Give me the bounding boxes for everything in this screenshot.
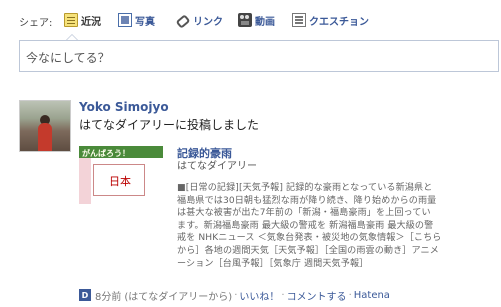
story-via: (はてなダイアリーから) [124, 291, 233, 303]
hatena-app-link[interactable]: Hatena [354, 290, 390, 301]
description-line: から］各地の週間天気［天気予報］［全国の雨雲の動き］アニメ [177, 245, 439, 256]
footer-separator: · [234, 289, 238, 301]
share-label: シェア: [19, 18, 53, 29]
description-line: ます。新潟福島豪雨 最大級の警戒を 新潟福島豪雨 最大級の警 [177, 220, 434, 231]
like-link[interactable]: いいね！ [239, 288, 279, 303]
share-link-tab[interactable]: リンク [176, 12, 223, 28]
description-line: ■[日常の記録][天気予報] 記録的な豪雨となっている新潟県と [177, 183, 433, 193]
thumbnail-flag: 日本 [93, 164, 145, 196]
attachment-description: ■[日常の記録][天気予報] 記録的な豪雨となっている新潟県と 福島県では30日… [177, 182, 499, 270]
photo-icon [118, 13, 132, 27]
video-camera-icon [238, 13, 252, 27]
thumbnail-side-strip [79, 158, 91, 204]
attachment-source: はてなダイアリー [177, 161, 257, 172]
description-line: 戒を NHKニュース ＜気象台発表・被災地の気象情報＞［こちら [177, 233, 442, 244]
hatena-diary-app-icon: D [79, 289, 91, 301]
avatar-figure [38, 123, 52, 151]
description-line: ーション［台風予報］［気象庁 週間天気予報］ [177, 258, 369, 269]
share-video-tab[interactable]: 動画 [238, 12, 275, 28]
status-input[interactable]: 今なにしてる？ [19, 40, 499, 72]
footer-separator: · [348, 289, 352, 301]
description-line: 福島県では30日朝も猛烈な雨が降り続き、降り始めからの雨量 [177, 195, 437, 206]
share-status-label: 近況 [81, 16, 101, 28]
share-photo-label: 写真 [135, 16, 155, 28]
share-question-label: クエスチョン [309, 16, 369, 28]
share-bar: シェア: 近況 写真 リンク 動画 クエスチョン [0, 10, 501, 30]
share-video-label: 動画 [255, 16, 275, 28]
story-footer: D 8分前 (はてなダイアリーから) · いいね！ · コメントする · Hat… [79, 288, 390, 303]
thumbnail-banner: がんばろう！ [79, 146, 163, 158]
share-question-tab[interactable]: クエスチョン [292, 12, 369, 28]
story-timestamp: 8分前 [95, 291, 122, 303]
footer-separator: · [281, 289, 285, 301]
avatar[interactable] [19, 100, 71, 152]
share-status-tab[interactable]: 近況 [64, 12, 101, 28]
story-author-link[interactable]: Yoko Simojyo [79, 100, 169, 114]
thumbnail-flag-text: 日本 [109, 175, 131, 188]
description-line: は甚大な被害が出た7年前の「新潟・福島豪雨」を上回ってい [177, 208, 431, 219]
story-message: はてなダイアリーに投稿しました [79, 118, 260, 132]
share-photo-tab[interactable]: 写真 [118, 12, 155, 28]
attachment-thumbnail[interactable]: がんばろう！ 日本 [79, 144, 163, 204]
share-link-label: リンク [193, 16, 223, 28]
link-icon [176, 13, 190, 27]
comment-link[interactable]: コメントする [287, 288, 347, 303]
status-update-icon [64, 13, 78, 27]
question-icon [292, 13, 306, 27]
